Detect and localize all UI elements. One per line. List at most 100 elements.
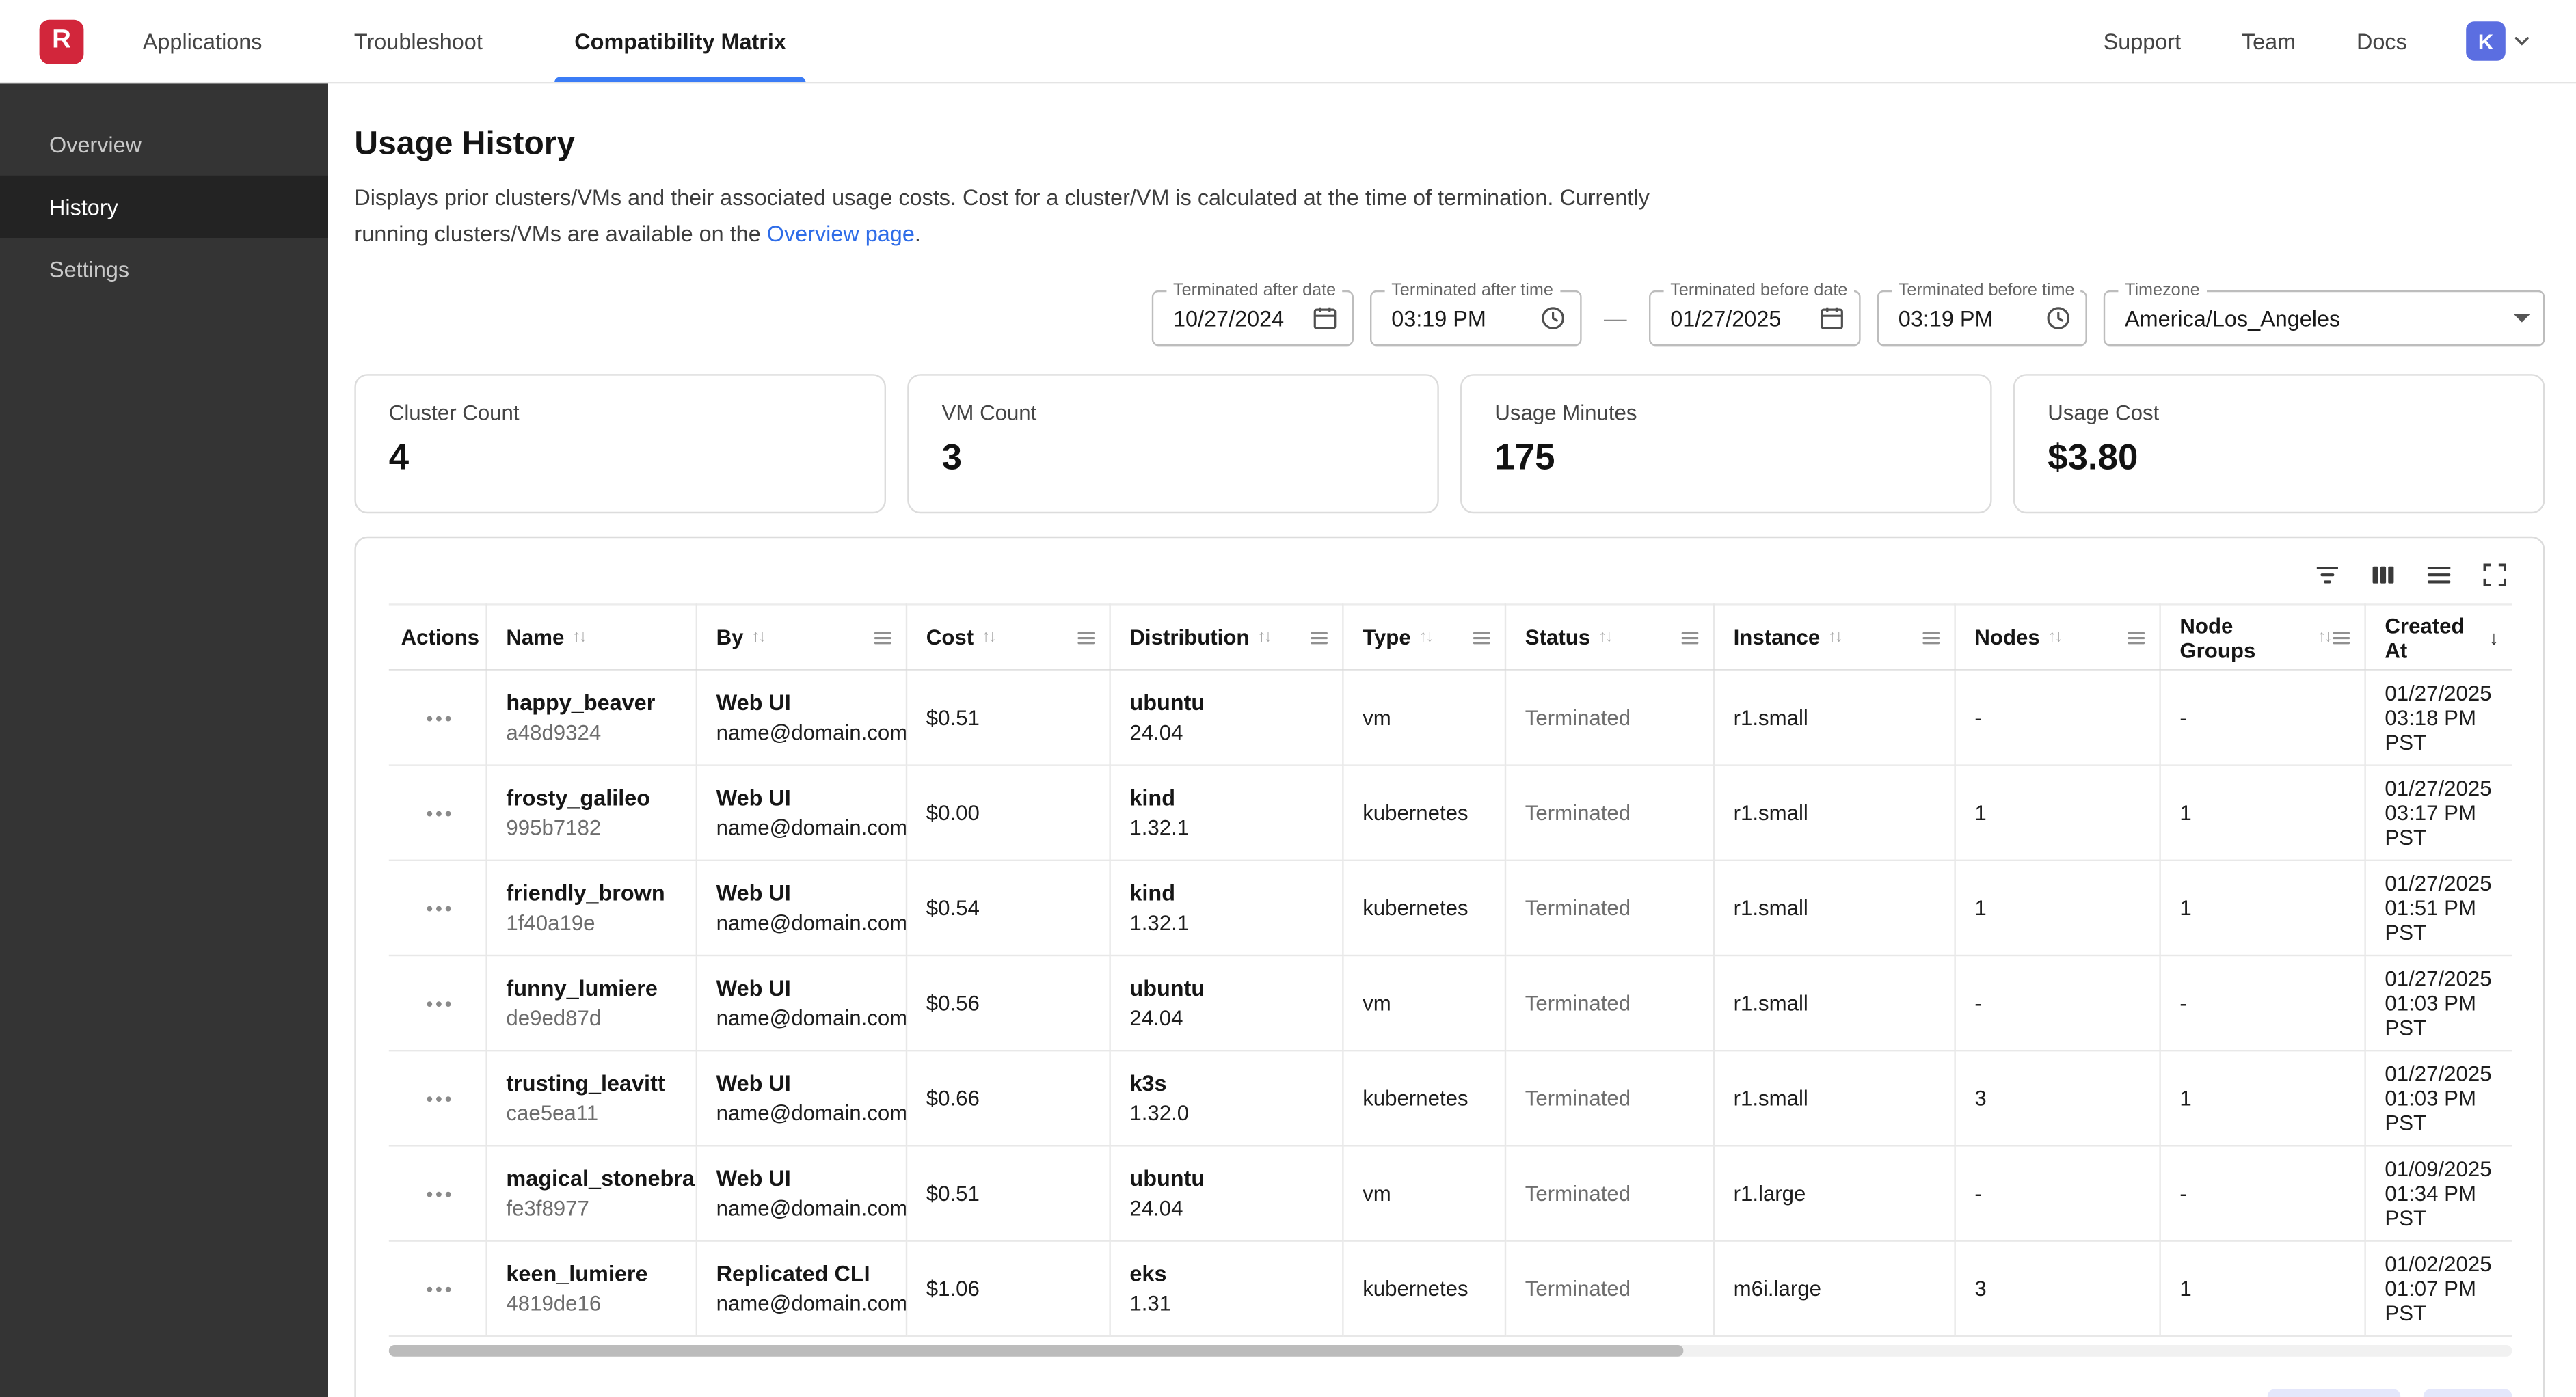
horizontal-scrollbar-track[interactable]: [389, 1345, 2512, 1357]
horizontal-scrollbar-thumb[interactable]: [389, 1345, 1684, 1357]
nav-tab-compatibility-matrix[interactable]: Compatibility Matrix: [571, 0, 789, 82]
cell-distribution: ubuntu 24.04: [1109, 955, 1342, 1050]
row-actions-button[interactable]: •••: [426, 1183, 454, 1206]
avatar[interactable]: K: [2466, 21, 2506, 61]
cell-nodes: 1: [1954, 765, 2159, 860]
fullscreen-icon[interactable]: [2481, 561, 2509, 589]
app-logo[interactable]: R: [40, 19, 84, 64]
distribution-version: 1.31: [1129, 1291, 1328, 1316]
status-badge: Terminated: [1525, 705, 1631, 730]
cell-node-groups: 1: [2159, 765, 2364, 860]
sort-icon: ↑↓: [982, 629, 995, 647]
filter-icon[interactable]: [2313, 561, 2342, 589]
cluster-name: frosty_galileo: [506, 786, 682, 811]
created-by-email-link[interactable]: name@domain.com: [716, 1006, 906, 1031]
clock-icon[interactable]: [1539, 305, 1567, 333]
sort-icon: ↑↓: [2318, 629, 2331, 647]
app-window: R Applications Troubleshoot Compatibilit…: [0, 0, 2576, 1397]
column-menu-icon[interactable]: [872, 627, 892, 647]
column-label: Instance: [1734, 625, 1821, 650]
terminated-before-date-input[interactable]: Terminated before date 01/27/2025: [1649, 290, 1861, 347]
created-date: 01/27/2025: [2385, 871, 2499, 896]
overview-page-link[interactable]: Overview page: [767, 221, 915, 245]
cell-instance: r1.small: [1713, 670, 1955, 765]
cell-name: magical_stonebraker fe3f8977: [485, 1146, 695, 1241]
cell-by: Web UI name@domain.com: [696, 670, 906, 765]
created-by-email-link[interactable]: name@domain.com: [716, 815, 906, 840]
chevron-down-icon[interactable]: [2510, 29, 2534, 53]
column-menu-icon[interactable]: [1920, 627, 1940, 647]
nav-tab-troubleshoot[interactable]: Troubleshoot: [351, 0, 486, 82]
sidebar-item-overview[interactable]: Overview: [0, 113, 328, 176]
cell-distribution: eks 1.31: [1109, 1241, 1342, 1336]
user-menu[interactable]: K: [2466, 21, 2533, 61]
row-actions-button[interactable]: •••: [426, 802, 454, 826]
column-menu-icon[interactable]: [1075, 627, 1095, 647]
timezone-select[interactable]: Timezone America/Los_Angeles: [2104, 290, 2545, 347]
stat-card-vm-count: VM Count 3: [907, 375, 1439, 514]
calendar-icon[interactable]: [1311, 305, 1339, 333]
table-header-row: Actions Name↑↓ By↑↓ Cost↑↓ Distribution↑…: [389, 605, 2512, 670]
sidebar-item-settings[interactable]: Settings: [0, 238, 328, 300]
cell-status: Terminated: [1505, 670, 1713, 765]
timezone-value: America/Los_Angeles: [2125, 306, 2340, 331]
status-badge: Terminated: [1525, 1086, 1631, 1111]
created-by-email-link[interactable]: name@domain.com: [716, 1101, 906, 1126]
row-actions-button[interactable]: •••: [426, 992, 454, 1016]
next-page-button[interactable]: Next: [2423, 1389, 2512, 1397]
column-menu-icon[interactable]: [2331, 627, 2350, 647]
created-by-email-link[interactable]: name@domain.com: [716, 1196, 906, 1221]
columns-icon[interactable]: [2370, 561, 2398, 589]
column-label: Distribution: [1129, 625, 1249, 650]
nav-link-support[interactable]: Support: [2104, 29, 2182, 53]
created-by-email-link[interactable]: name@domain.com: [716, 1291, 906, 1316]
column-header-instance[interactable]: Instance↑↓: [1713, 605, 1955, 670]
nav-link-team[interactable]: Team: [2242, 29, 2296, 53]
created-by-email-link[interactable]: name@domain.com: [716, 720, 906, 745]
terminated-after-time-value: 03:19 PM: [1391, 306, 1486, 331]
column-header-name[interactable]: Name↑↓: [485, 605, 695, 670]
distribution-name: k3s: [1129, 1072, 1328, 1096]
sort-icon: ↑↓: [572, 629, 585, 647]
sidebar: Overview History Settings: [0, 83, 328, 1397]
nav-link-docs[interactable]: Docs: [2357, 29, 2407, 53]
column-header-status[interactable]: Status↑↓: [1505, 605, 1713, 670]
date-range-separator: —: [1598, 306, 1633, 331]
clock-icon[interactable]: [2044, 305, 2072, 333]
status-badge: Terminated: [1525, 1181, 1631, 1206]
calendar-icon[interactable]: [1818, 305, 1846, 333]
terminated-after-time-input[interactable]: Terminated after time 03:19 PM: [1370, 290, 1582, 347]
cell-cost: $0.51: [906, 670, 1110, 765]
cell-nodes: -: [1954, 955, 2159, 1050]
column-menu-icon[interactable]: [1471, 627, 1491, 647]
column-menu-icon[interactable]: [2125, 627, 2145, 647]
created-by-email-link[interactable]: name@domain.com: [716, 910, 906, 935]
row-actions-button[interactable]: •••: [426, 1278, 454, 1301]
nav-tab-applications[interactable]: Applications: [139, 0, 265, 82]
column-menu-icon[interactable]: [1679, 627, 1699, 647]
cluster-name: happy_beaver: [506, 691, 682, 716]
column-header-created-at[interactable]: Created At↓: [2364, 605, 2512, 670]
density-icon[interactable]: [2425, 561, 2453, 589]
column-header-nodes[interactable]: Nodes↑↓: [1954, 605, 2159, 670]
created-time: 03:17 PM PST: [2385, 801, 2499, 850]
created-date: 01/02/2025: [2385, 1252, 2499, 1277]
column-header-node-groups[interactable]: Node Groups↑↓: [2159, 605, 2364, 670]
column-label: By: [716, 625, 744, 650]
terminated-before-time-input[interactable]: Terminated before time 03:19 PM: [1877, 290, 2087, 347]
row-actions-button[interactable]: •••: [426, 1088, 454, 1111]
description-period: .: [915, 221, 921, 245]
column-header-cost[interactable]: Cost↑↓: [906, 605, 1110, 670]
previous-page-button[interactable]: Previous: [2268, 1389, 2400, 1397]
column-header-distribution[interactable]: Distribution↑↓: [1109, 605, 1342, 670]
column-header-type[interactable]: Type↑↓: [1342, 605, 1505, 670]
sidebar-item-history[interactable]: History: [0, 176, 328, 238]
table-footer: Page [1] of 1 Previous Next: [389, 1389, 2512, 1397]
column-header-by[interactable]: By↑↓: [696, 605, 906, 670]
row-actions-button[interactable]: •••: [426, 707, 454, 731]
row-actions-button[interactable]: •••: [426, 897, 454, 921]
terminated-after-date-input[interactable]: Terminated after date 10/27/2024: [1152, 290, 1354, 347]
stat-card-usage-cost: Usage Cost $3.80: [2013, 375, 2545, 514]
column-menu-icon[interactable]: [1309, 627, 1328, 647]
stat-value: $3.80: [2048, 437, 2510, 479]
